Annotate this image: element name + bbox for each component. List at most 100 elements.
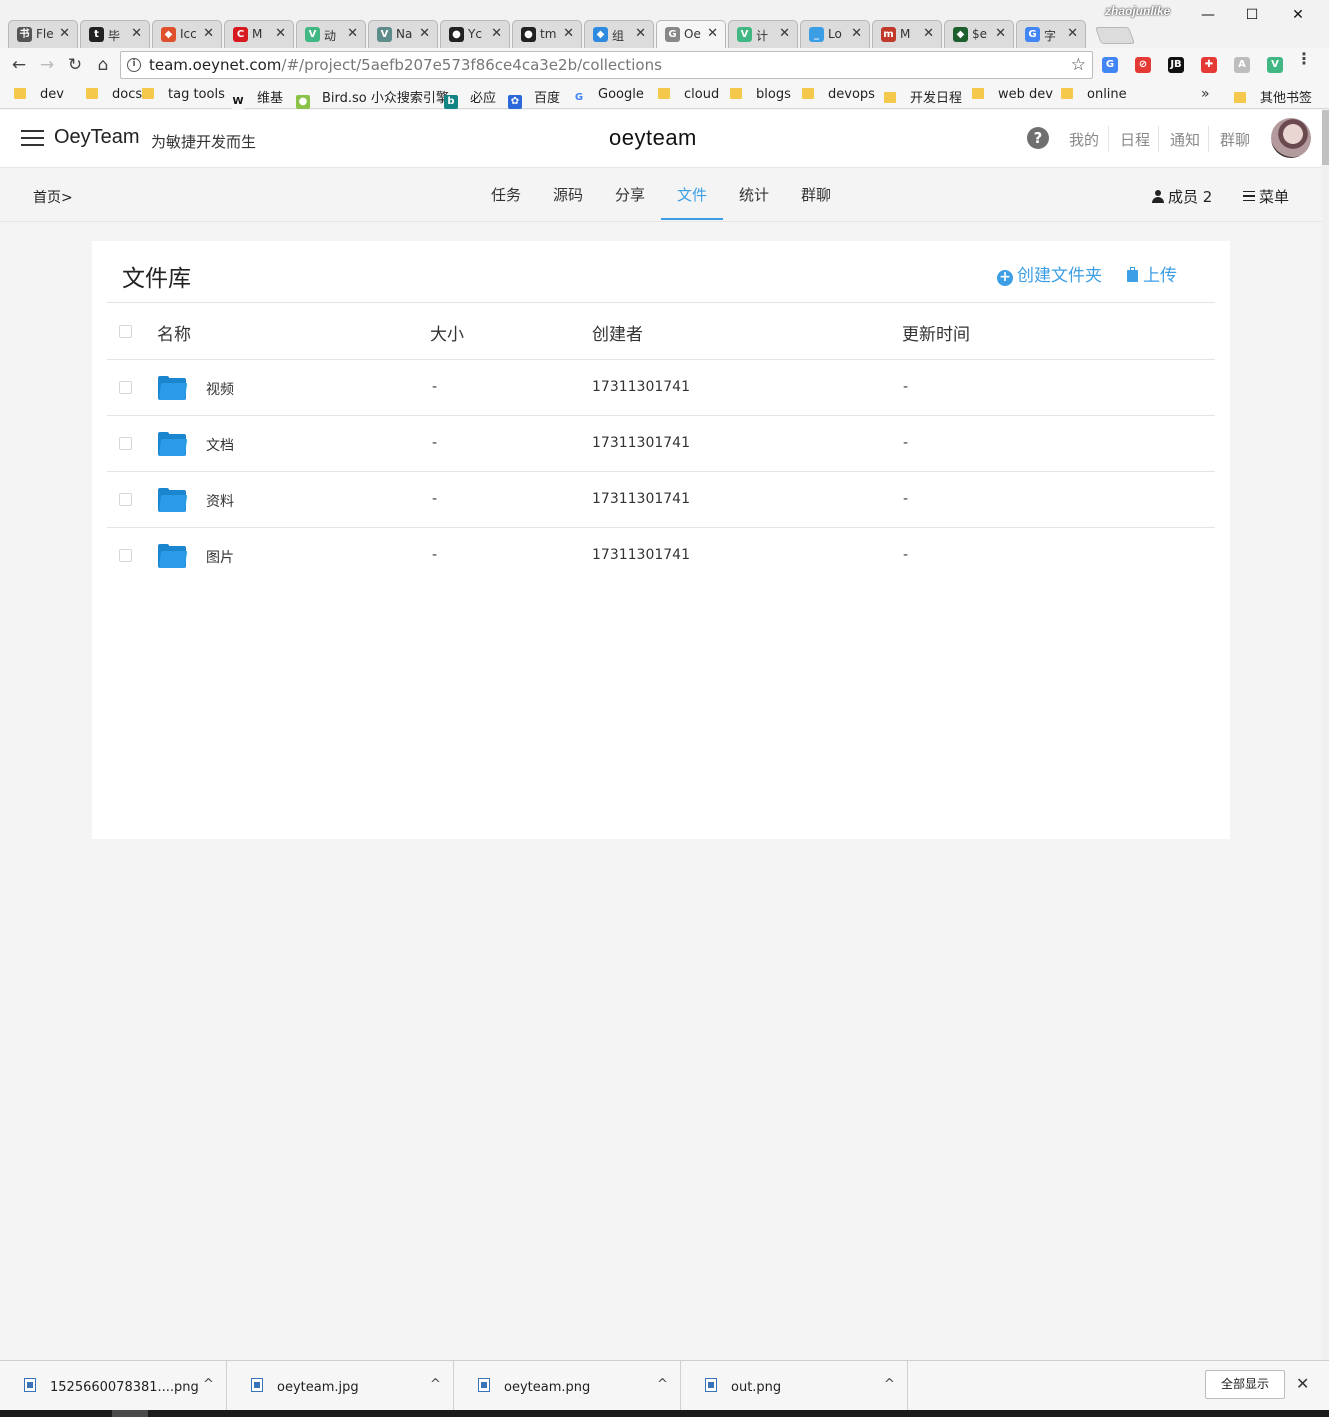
browser-tab[interactable]: m M ✕ [872, 20, 942, 48]
hamburger-menu-icon[interactable] [21, 130, 44, 147]
browser-tab[interactable]: C M ✕ [224, 20, 294, 48]
chevron-up-icon[interactable]: ^ [657, 1377, 668, 1392]
other-bookmarks[interactable]: 其他书签 [1234, 87, 1312, 106]
file-name[interactable]: 视频 [206, 379, 234, 399]
adblock-icon[interactable]: ⊘ [1135, 57, 1151, 73]
download-item[interactable]: oeyteam.png ^ [454, 1361, 681, 1411]
select-all-checkbox[interactable] [119, 325, 132, 338]
bookmarks-overflow-icon[interactable]: » [1201, 86, 1210, 102]
row-checkbox[interactable] [119, 437, 132, 450]
taskbar-item[interactable] [112, 1410, 148, 1417]
tab-share[interactable]: 分享 [615, 184, 645, 205]
translate-icon[interactable]: G [1102, 57, 1118, 73]
column-header-creator[interactable]: 创建者 [592, 320, 643, 345]
tab-close-icon[interactable]: ✕ [275, 26, 286, 41]
browser-tab[interactable]: G Oe ✕ [656, 20, 726, 49]
header-link-mine[interactable]: 我的 [1069, 129, 1099, 150]
back-button[interactable]: ← [8, 54, 30, 76]
menu-button[interactable]: 菜单 [1243, 186, 1289, 207]
column-header-name[interactable]: 名称 [157, 320, 191, 345]
tab-close-icon[interactable]: ✕ [995, 26, 1006, 41]
tab-close-icon[interactable]: ✕ [347, 26, 358, 41]
center-logo[interactable]: oeyteam [609, 125, 697, 151]
bookmark-item[interactable]: b 必应 [444, 87, 496, 109]
table-row[interactable]: 资料 - 17311301741 - [107, 472, 1215, 528]
page-scrollbar[interactable] [1322, 110, 1329, 1360]
browser-tab[interactable]: t 毕 ✕ [80, 20, 150, 48]
bookmark-item[interactable]: dev [14, 87, 64, 105]
chevron-up-icon[interactable]: ^ [884, 1377, 895, 1392]
bookmark-item[interactable]: docs [86, 87, 142, 105]
bookmark-item[interactable]: tag tools [142, 87, 225, 105]
browser-tab[interactable]: 书 Fle ✕ [8, 20, 78, 48]
close-download-bar-icon[interactable]: ✕ [1296, 1374, 1309, 1393]
tab-group-chat[interactable]: 群聊 [801, 184, 831, 205]
tab-close-icon[interactable]: ✕ [707, 26, 718, 41]
browser-tab[interactable]: ◆ Icc ✕ [152, 20, 222, 48]
upload-button[interactable]: 上传 [1127, 261, 1177, 286]
home-button[interactable]: ⌂ [92, 54, 114, 76]
header-link-group-chat[interactable]: 群聊 [1220, 129, 1250, 150]
file-name[interactable]: 文档 [206, 435, 234, 455]
reload-button[interactable]: ↻ [64, 54, 86, 76]
bookmark-star-icon[interactable]: ☆ [1071, 55, 1086, 75]
members-button[interactable]: 成员 2 [1152, 186, 1212, 207]
maximize-button[interactable]: ☐ [1242, 6, 1262, 24]
create-folder-button[interactable]: + 创建文件夹 [997, 261, 1102, 286]
tab-close-icon[interactable]: ✕ [131, 26, 142, 41]
browser-tab[interactable]: ◆ $e ✕ [944, 20, 1014, 48]
table-row[interactable]: 图片 - 17311301741 - [107, 528, 1215, 584]
file-name[interactable]: 图片 [206, 547, 234, 567]
forward-button[interactable]: → [36, 54, 58, 76]
bookmark-item[interactable]: ● Bird.so 小众搜索引擎 [296, 87, 449, 109]
show-all-downloads-button[interactable]: 全部显示 [1205, 1370, 1285, 1399]
brand-name[interactable]: OeyTeam [54, 126, 140, 149]
tab-close-icon[interactable]: ✕ [923, 26, 934, 41]
tab-close-icon[interactable]: ✕ [635, 26, 646, 41]
browser-tab[interactable]: _ Lo ✕ [800, 20, 870, 48]
site-info-icon[interactable]: i [127, 58, 141, 72]
tab-close-icon[interactable]: ✕ [203, 26, 214, 41]
jetbrains-icon[interactable]: JB [1168, 57, 1184, 73]
browser-tab[interactable]: G 字 ✕ [1016, 20, 1086, 48]
tab-tasks[interactable]: 任务 [491, 184, 521, 205]
tab-source[interactable]: 源码 [553, 184, 583, 205]
tab-close-icon[interactable]: ✕ [851, 26, 862, 41]
bookmark-item[interactable]: devops [802, 87, 875, 105]
browser-tab[interactable]: ◆ 组 ✕ [584, 20, 654, 48]
bookmark-item[interactable]: blogs [730, 87, 791, 105]
vue-devtools-icon[interactable]: V [1267, 57, 1283, 73]
browser-tab[interactable]: ● Yc ✕ [440, 20, 510, 48]
bookmark-item[interactable]: cloud [658, 87, 719, 105]
minimize-button[interactable]: — [1198, 6, 1218, 24]
tab-files[interactable]: 文件 [677, 184, 707, 205]
address-bar[interactable]: i team.oeynet.com/#/project/5aefb207e573… [120, 51, 1093, 79]
tab-close-icon[interactable]: ✕ [59, 26, 70, 41]
download-item[interactable]: oeyteam.jpg ^ [227, 1361, 454, 1411]
file-name[interactable]: 资料 [206, 491, 234, 511]
bookmark-item[interactable]: G Google [572, 87, 644, 105]
browser-tab[interactable]: V Na ✕ [368, 20, 438, 48]
bookmark-item[interactable]: online [1061, 87, 1127, 105]
chevron-up-icon[interactable]: ^ [203, 1377, 214, 1392]
extension-red-icon[interactable]: ✚ [1201, 57, 1217, 73]
bookmark-item[interactable]: W 维基 [231, 87, 283, 109]
angular-icon[interactable]: A [1234, 57, 1250, 73]
user-avatar[interactable] [1271, 118, 1311, 158]
browser-menu-icon[interactable]: ⋮ [1296, 51, 1312, 67]
tab-close-icon[interactable]: ✕ [563, 26, 574, 41]
download-item[interactable]: out.png ^ [681, 1361, 908, 1411]
column-header-size[interactable]: 大小 [430, 320, 464, 345]
bookmark-item[interactable]: web dev [972, 87, 1053, 105]
bookmark-item[interactable]: ✿ 百度 [508, 87, 560, 109]
header-link-notifications[interactable]: 通知 [1170, 129, 1200, 150]
column-header-updated[interactable]: 更新时间 [902, 320, 970, 345]
tab-close-icon[interactable]: ✕ [1067, 26, 1078, 41]
tab-close-icon[interactable]: ✕ [779, 26, 790, 41]
row-checkbox[interactable] [119, 381, 132, 394]
browser-tab[interactable]: V 动 ✕ [296, 20, 366, 48]
download-item[interactable]: 1525660078381....png ^ [0, 1361, 227, 1411]
table-row[interactable]: 视频 - 17311301741 - [107, 360, 1215, 416]
table-row[interactable]: 文档 - 17311301741 - [107, 416, 1215, 472]
url-text[interactable]: team.oeynet.com/#/project/5aefb207e573f8… [149, 56, 662, 74]
